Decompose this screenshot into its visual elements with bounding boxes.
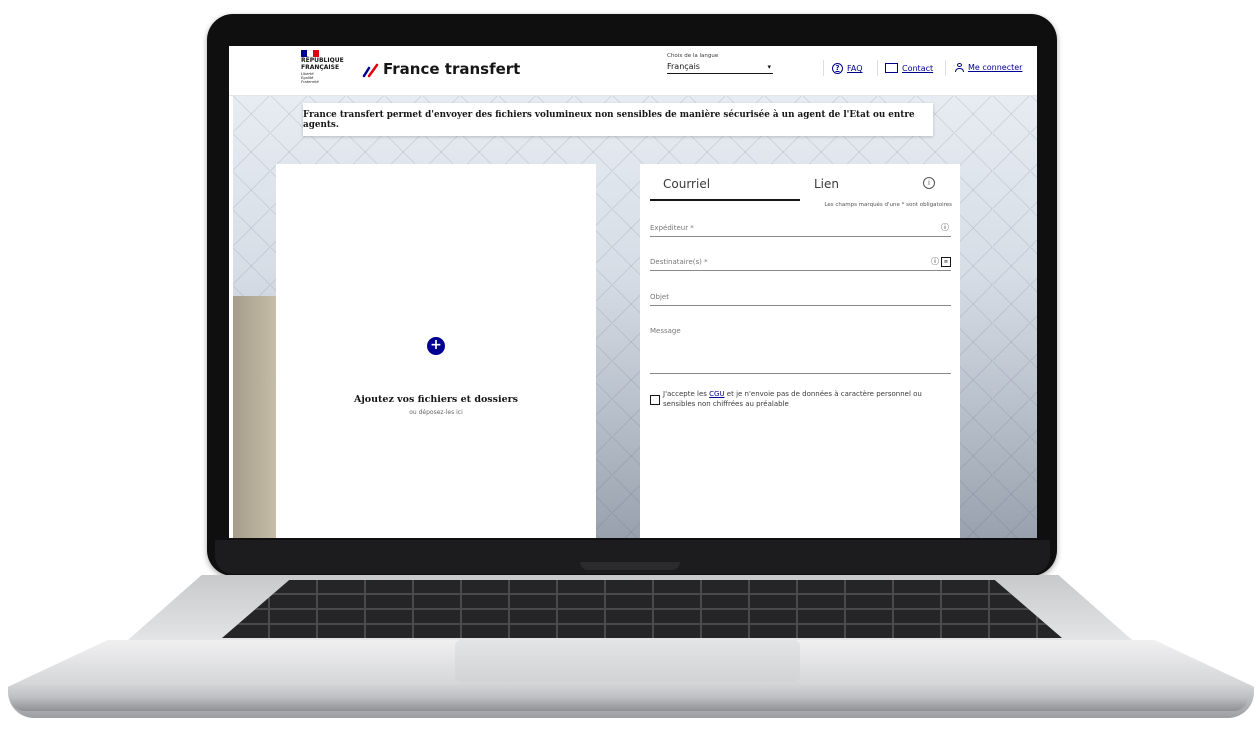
laptop-screen: RÉPUBLIQUE FRANÇAISE Liberté Égalité Fra… [229,46,1037,538]
upload-dropzone[interactable]: + Ajoutez vos fichiers et dossiers ou dé… [276,164,596,538]
contact-label: Contact [902,63,934,73]
login-label: Me connecter [968,63,1023,72]
user-icon [955,63,964,72]
language-value: Français [667,62,700,71]
laptop-hinge [580,562,680,570]
laptop-front-edge [10,697,1248,711]
french-flag-icon [301,50,319,57]
question-icon: ? [832,63,843,74]
upload-title: Ajoutez vos fichiers et dossiers [353,394,519,405]
france-transfert-logo-icon [362,63,379,78]
transfer-form: Courriel Lien i Les champs marqués d'une… [640,164,960,538]
subject-field[interactable]: Objet [650,291,951,306]
info-icon[interactable]: ⓘ [941,222,949,233]
background-building [233,296,277,538]
motto-line-3: Fraternité [301,80,319,84]
upload-subtitle: ou déposez-les ici [409,409,463,416]
language-label: Choix de la langue [667,53,719,59]
login-link[interactable]: Me connecter [955,63,1022,72]
banner-text: France transfert permet d'envoyer des fi… [303,109,915,130]
subject-label: Objet [650,293,669,301]
sender-field[interactable]: Expéditeur * ⓘ [650,222,951,237]
sender-label: Expéditeur * [650,224,694,232]
info-icon[interactable]: ⓘ [931,256,939,267]
brand-title[interactable]: France transfert [383,60,520,78]
faq-link[interactable]: ? FAQ [832,63,863,74]
language-select[interactable]: Français ▾ [667,62,773,74]
consent-prefix: J'accepte les [663,390,710,398]
republic-line-2: FRANÇAISE [301,63,340,71]
list-icon[interactable]: ≡ [941,257,951,267]
site-header: RÉPUBLIQUE FRANÇAISE Liberté Égalité Fra… [229,46,1037,96]
republique-francaise-logo: RÉPUBLIQUE FRANÇAISE [301,57,344,71]
faq-label: FAQ [847,64,863,73]
required-fields-note: Les champs marqués d'une * sont obligato… [824,202,952,208]
keyboard-keys [222,580,1062,638]
info-banner: France transfert permet d'envoyer des fi… [303,103,933,136]
tab-courriel[interactable]: Courriel [663,177,710,191]
plus-icon[interactable]: + [427,337,445,355]
tab-lien[interactable]: Lien [814,177,839,191]
message-label: Message [650,327,681,335]
active-tab-indicator [650,199,800,201]
republic-motto: Liberté Égalité Fraternité [301,72,319,84]
chevron-down-icon: ▾ [767,63,771,71]
nav-divider [945,60,946,76]
consent-checkbox[interactable] [650,395,660,405]
recipients-field[interactable]: Destinataire(s) * ⓘ ≡ [650,256,951,271]
laptop-trackpad [455,640,800,682]
message-field[interactable]: Message [650,325,951,374]
contact-link[interactable]: Contact [885,63,933,73]
nav-divider [877,60,878,76]
recipients-label: Destinataire(s) * [650,258,708,266]
info-icon[interactable]: i [923,177,935,189]
consent-text: J'accepte les CGU et je n'envoie pas de … [663,389,955,409]
nav-divider [823,60,824,76]
cgu-link[interactable]: CGU [709,390,724,398]
mail-icon [885,63,898,73]
